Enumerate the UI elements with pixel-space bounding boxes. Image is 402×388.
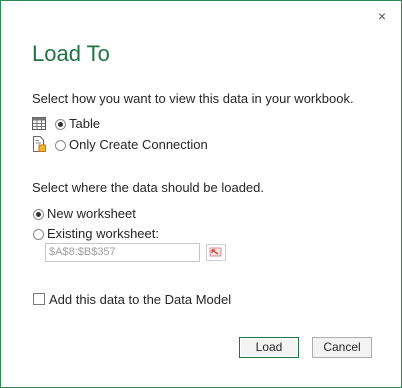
table-icon [32, 117, 46, 130]
view-table-label[interactable]: Table [69, 116, 100, 131]
close-icon[interactable]: × [375, 8, 389, 24]
view-connection-label[interactable]: Only Create Connection [69, 137, 208, 152]
existing-worksheet-label[interactable]: Existing worksheet: [47, 226, 159, 241]
view-prompt: Select how you want to view this data in… [32, 91, 354, 106]
location-prompt: Select where the data should be loaded. [32, 180, 265, 195]
connection-icon [33, 136, 46, 152]
view-connection-radio[interactable] [55, 140, 66, 151]
load-to-dialog: × Load To Select how you want to view th… [0, 0, 402, 388]
data-model-checkbox[interactable] [33, 293, 45, 305]
dialog-title: Load To [32, 41, 110, 66]
existing-worksheet-radio[interactable] [33, 229, 44, 240]
range-select-button[interactable] [206, 244, 226, 261]
load-button[interactable]: Load [239, 337, 299, 358]
new-worksheet-radio[interactable] [33, 209, 44, 220]
cancel-button[interactable]: Cancel [312, 337, 372, 358]
range-picker-icon [209, 247, 222, 257]
new-worksheet-label[interactable]: New worksheet [47, 206, 136, 221]
view-table-radio[interactable] [55, 119, 66, 130]
data-model-label[interactable]: Add this data to the Data Model [49, 292, 231, 307]
range-reference-input[interactable]: $A$8:$B$357 [45, 243, 200, 262]
